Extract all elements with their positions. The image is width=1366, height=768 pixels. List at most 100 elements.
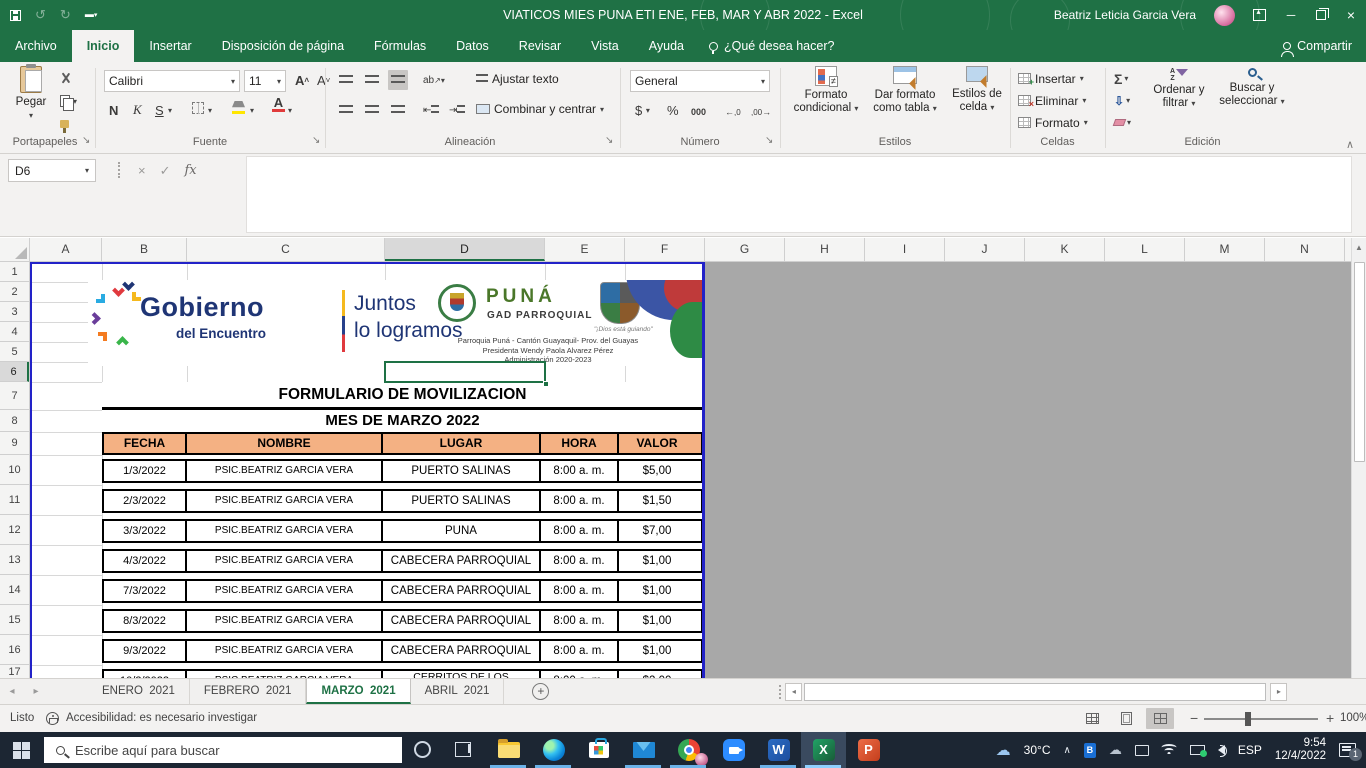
table-row[interactable]: 1/3/2022 PSIC.BEATRIZ GARCIA VERA PUERTO… — [102, 459, 703, 483]
table-row[interactable]: 4/3/2022 PSIC.BEATRIZ GARCIA VERA CABECE… — [102, 549, 703, 573]
autosum-button[interactable]: Σ▾ — [1114, 70, 1131, 87]
cell-lugar[interactable]: CERRITOS DE LOS — [383, 671, 541, 678]
scroll-up-icon[interactable]: ▲ — [1352, 238, 1366, 258]
align-top-button[interactable] — [336, 70, 356, 90]
normal-view-button[interactable] — [1078, 708, 1106, 729]
table-header-cell[interactable]: NOMBRE — [187, 434, 383, 453]
taskbar-excel-active[interactable]: X — [801, 732, 846, 768]
format-as-table-button[interactable]: Dar formato como tabla ▾ — [866, 66, 944, 115]
ribbon-display-options-icon[interactable] — [1253, 9, 1266, 21]
tray-chevron-icon[interactable]: ∧ — [1063, 745, 1070, 756]
row-header[interactable]: 5 — [0, 342, 29, 362]
cell-nombre[interactable]: PSIC.BEATRIZ GARCIA VERA — [187, 521, 383, 541]
table-header-cell[interactable]: HORA — [541, 434, 619, 453]
column-header[interactable]: N — [1265, 238, 1345, 261]
cell-hora[interactable]: 8:00 a. m. — [541, 521, 619, 541]
cell-lugar[interactable]: PUERTO SALINAS — [383, 461, 541, 481]
row-header[interactable]: 3 — [0, 302, 29, 322]
table-row[interactable]: 8/3/2022 PSIC.BEATRIZ GARCIA VERA CABECE… — [102, 609, 703, 633]
cell-fecha[interactable]: 4/3/2022 — [104, 551, 187, 571]
italic-button[interactable]: K — [130, 100, 145, 120]
cell-lugar[interactable]: CABECERA PARROQUIAL — [383, 581, 541, 601]
column-header[interactable]: B — [102, 238, 187, 261]
borders-icon[interactable] — [192, 102, 204, 114]
decrease-decimal-button[interactable]: ,00→ — [748, 102, 774, 122]
ribbon-tab[interactable]: Insertar — [134, 30, 206, 62]
cell-nombre[interactable]: PSIC.BEATRIZ GARCIA VERA — [187, 491, 383, 511]
font-dialog-launcher[interactable]: ↘ — [312, 135, 320, 146]
cell-valor[interactable]: $1,00 — [619, 641, 695, 661]
taskbar-mail[interactable] — [621, 732, 666, 768]
font-color-button[interactable]: A — [272, 98, 285, 112]
battery-security-icon[interactable] — [1190, 745, 1205, 755]
cell-valor[interactable]: $5,00 — [619, 461, 695, 481]
align-middle-button[interactable] — [362, 70, 382, 90]
weather-icon[interactable]: ☁ — [996, 741, 1011, 759]
format-painter-button[interactable] — [60, 116, 77, 132]
cell-fecha[interactable]: 2/3/2022 — [104, 491, 187, 511]
column-header[interactable]: J — [945, 238, 1025, 261]
active-cell-D6[interactable] — [384, 361, 546, 383]
grow-font-button[interactable]: A˄ — [292, 70, 312, 90]
worksheet-grid[interactable]: Gobierno del Encuentro Juntos lo logramo… — [30, 262, 1351, 678]
taskbar-chrome[interactable] — [666, 732, 711, 768]
cell-valor[interactable]: $1,50 — [619, 491, 695, 511]
cancel-icon[interactable]: × — [138, 163, 146, 178]
user-avatar[interactable] — [1214, 5, 1235, 26]
language-indicator[interactable]: ESP — [1238, 743, 1262, 757]
column-header[interactable]: M — [1185, 238, 1265, 261]
cell-hora[interactable]: 8:00 a. m. — [541, 611, 619, 631]
row-header[interactable]: 13 — [0, 545, 29, 575]
cell-fecha[interactable]: 7/3/2022 — [104, 581, 187, 601]
column-header[interactable]: H — [785, 238, 865, 261]
tell-me-search[interactable]: ¿Qué desea hacer? — [699, 30, 845, 62]
scrollbar-splitter[interactable] — [779, 685, 781, 699]
cell-hora[interactable]: 8:00 a. m. — [541, 581, 619, 601]
ribbon-tab[interactable]: Datos — [441, 30, 504, 62]
cell-fecha[interactable]: 10/3/2022 — [104, 671, 187, 678]
merge-center-button[interactable]: Combinar y centrar ▾ — [476, 102, 604, 116]
ribbon-tab[interactable]: Fórmulas — [359, 30, 441, 62]
align-left-button[interactable] — [336, 100, 356, 120]
page-break-view-button[interactable] — [1146, 708, 1174, 729]
sheet-nav-right-icon[interactable]: ▸ — [24, 679, 48, 704]
insert-cells-button[interactable]: +Insertar▾ — [1018, 70, 1088, 87]
row-header-selected[interactable]: 6 — [0, 362, 29, 382]
bold-button[interactable]: N — [106, 100, 121, 120]
zoom-slider-handle[interactable] — [1245, 712, 1251, 726]
column-header[interactable]: I — [865, 238, 945, 261]
new-sheet-button[interactable]: + — [532, 683, 549, 700]
formula-input[interactable] — [246, 156, 1352, 233]
ribbon-tab[interactable]: Revisar — [504, 30, 576, 62]
column-header[interactable]: C — [187, 238, 385, 261]
wrap-text-button[interactable]: Ajustar texto — [476, 72, 559, 86]
increase-indent-button[interactable]: ⇥ — [446, 100, 468, 120]
page-layout-view-button[interactable] — [1112, 708, 1140, 729]
sheet-tab[interactable]: MARZO 2021 — [306, 679, 410, 704]
taskbar-word[interactable]: W — [756, 732, 801, 768]
speaker-icon[interactable] — [1218, 745, 1225, 755]
table-header-cell[interactable]: FECHA — [104, 434, 187, 453]
cell-hora[interactable]: 8:00 a. m. — [541, 461, 619, 481]
table-header-cell[interactable]: VALOR — [619, 434, 695, 453]
cell-lugar[interactable]: CABECERA PARROQUIAL — [383, 611, 541, 631]
table-row[interactable]: 2/3/2022 PSIC.BEATRIZ GARCIA VERA PUERTO… — [102, 489, 703, 513]
orientation-button[interactable]: ab↗▾ — [420, 70, 448, 90]
font-size-select[interactable]: 11▾ — [244, 70, 286, 92]
taskbar-store[interactable] — [576, 732, 621, 768]
underline-button[interactable]: S — [152, 100, 167, 120]
alignment-dialog-launcher[interactable]: ↘ — [605, 135, 613, 146]
sheet-tab[interactable]: ABRIL 2021 — [411, 679, 505, 704]
cell-lugar[interactable]: CABECERA PARROQUIAL — [383, 641, 541, 661]
row-header[interactable]: 4 — [0, 322, 29, 342]
column-header[interactable]: K — [1025, 238, 1105, 261]
fill-handle[interactable] — [543, 381, 549, 387]
onedrive-icon[interactable]: ☁ — [1109, 742, 1122, 758]
sheet-tab[interactable]: FEBRERO 2021 — [190, 679, 307, 704]
cell-fecha[interactable]: 8/3/2022 — [104, 611, 187, 631]
row-header[interactable]: 7 — [0, 382, 29, 410]
ribbon-tab[interactable]: Inicio — [72, 30, 135, 62]
cell-hora[interactable]: 8:00 a. m. — [541, 491, 619, 511]
row-header[interactable]: 12 — [0, 515, 29, 545]
enter-icon[interactable]: ✓ — [160, 163, 171, 179]
